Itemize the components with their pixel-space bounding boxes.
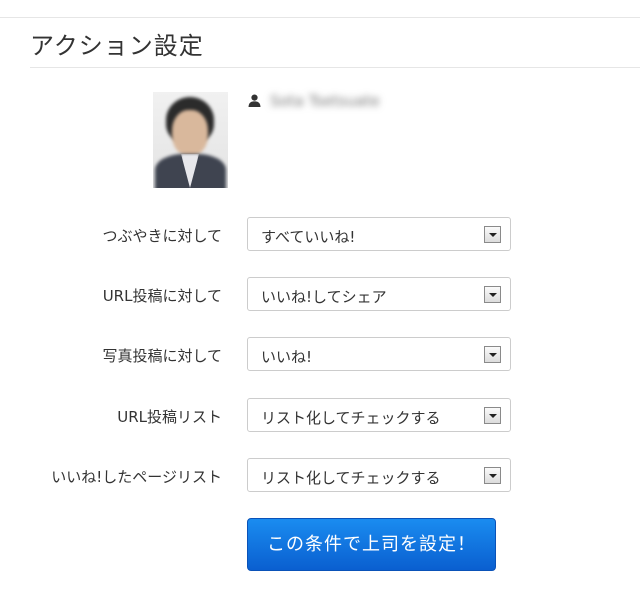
setting-row-url-post-list: URL投稿リスト リスト化してチェックする — [0, 398, 640, 434]
action-settings-page: アクション設定 Sota Tsetsuate つぶやきに対して すべていいね! … — [0, 0, 640, 596]
select-value: リスト化してチェックする — [261, 409, 441, 427]
set-boss-button[interactable]: この条件で上司を設定！ — [247, 518, 496, 571]
chevron-down-icon[interactable] — [484, 467, 501, 484]
setting-label: 写真投稿に対して — [102, 347, 222, 365]
user-icon — [248, 94, 261, 107]
setting-label: つぶやきに対して — [102, 227, 222, 245]
setting-row-photo-posts: 写真投稿に対して いいね! — [0, 337, 640, 373]
select-value: リスト化してチェックする — [261, 469, 441, 487]
setting-label: URL投稿リスト — [117, 408, 222, 426]
liked-page-list-select[interactable]: リスト化してチェックする — [247, 458, 511, 492]
setting-label: URL投稿に対して — [102, 287, 222, 305]
avatar — [153, 92, 228, 188]
select-value: いいね! — [261, 348, 313, 366]
select-value: すべていいね! — [261, 228, 356, 246]
select-value: いいね!してシェア — [261, 288, 387, 306]
tweets-action-select[interactable]: すべていいね! — [247, 217, 511, 251]
page-title: アクション設定 — [30, 32, 204, 60]
chevron-down-icon[interactable] — [484, 226, 501, 243]
setting-label: いいね!したページリスト — [51, 468, 222, 486]
user-name: Sota Tsetsuate — [270, 92, 380, 110]
chevron-down-icon[interactable] — [484, 407, 501, 424]
chevron-down-icon[interactable] — [484, 346, 501, 363]
photo-posts-action-select[interactable]: いいね! — [247, 337, 511, 371]
title-divider — [30, 67, 640, 68]
url-post-list-select[interactable]: リスト化してチェックする — [247, 398, 511, 432]
setting-row-liked-page-list: いいね!したページリスト リスト化してチェックする — [0, 458, 640, 494]
url-posts-action-select[interactable]: いいね!してシェア — [247, 277, 511, 311]
setting-row-tweets: つぶやきに対して すべていいね! — [0, 217, 640, 253]
setting-row-url-posts: URL投稿に対して いいね!してシェア — [0, 277, 640, 313]
top-divider — [0, 17, 640, 18]
chevron-down-icon[interactable] — [484, 286, 501, 303]
